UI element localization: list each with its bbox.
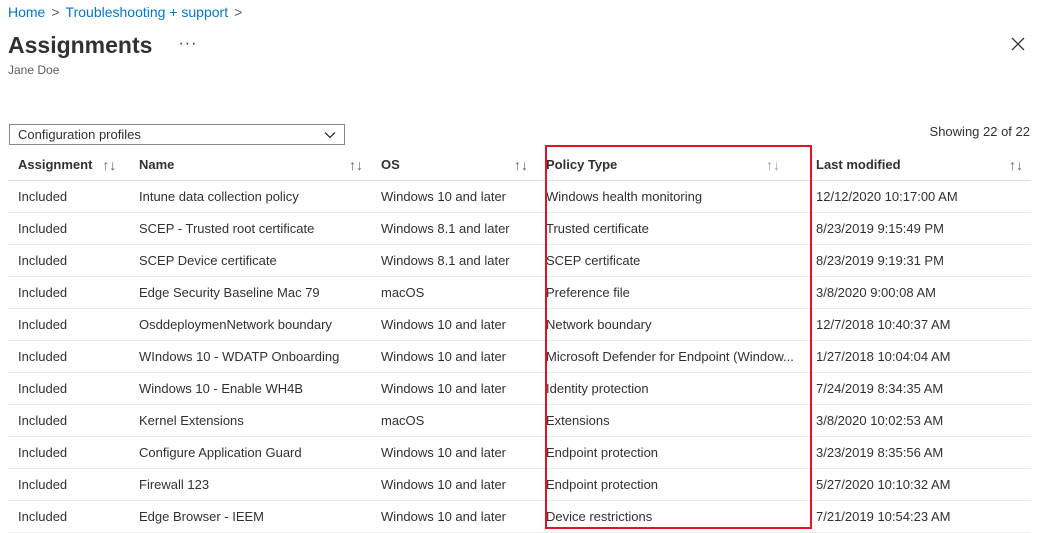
cell-os: Windows 8.1 and later xyxy=(371,212,536,245)
cell-assignment: Included xyxy=(8,404,129,437)
cell-name: Edge Security Baseline Mac 79 xyxy=(129,276,371,309)
cell-policy-type: Trusted certificate xyxy=(536,212,806,245)
column-header-policy-type[interactable]: Policy Type ↑↓ xyxy=(536,149,806,181)
table-row[interactable]: Included Windows 10 - Enable WH4B Window… xyxy=(8,372,1031,405)
dropdown-selected-value: Configuration profiles xyxy=(18,127,141,142)
title-row: Assignments ··· xyxy=(8,32,197,59)
cell-last-modified: 12/7/2018 10:40:37 AM xyxy=(806,308,1031,341)
column-header-os[interactable]: OS ↑↓ xyxy=(371,149,536,181)
sort-icon[interactable]: ↑↓ xyxy=(102,157,116,173)
cell-last-modified: 1/27/2018 10:04:04 AM xyxy=(806,340,1031,373)
cell-assignment: Included xyxy=(8,244,129,277)
table-row[interactable]: Included WIndows 10 - WDATP Onboarding W… xyxy=(8,340,1031,373)
column-label: OS xyxy=(381,157,400,172)
more-options-button[interactable]: ··· xyxy=(178,35,197,53)
profile-type-dropdown[interactable]: Configuration profiles xyxy=(9,124,345,145)
cell-name: Firewall 123 xyxy=(129,468,371,501)
cell-assignment: Included xyxy=(8,436,129,469)
breadcrumb-separator: > xyxy=(51,4,60,20)
cell-os: Windows 8.1 and later xyxy=(371,244,536,277)
cell-assignment: Included xyxy=(8,340,129,373)
sort-icon[interactable]: ↑↓ xyxy=(766,157,780,173)
table-row[interactable]: Included SCEP Device certificate Windows… xyxy=(8,244,1031,277)
breadcrumb-troubleshooting[interactable]: Troubleshooting + support xyxy=(66,4,229,20)
cell-os: macOS xyxy=(371,276,536,309)
table-row[interactable]: Included Kernel Extensions macOS Extensi… xyxy=(8,404,1031,437)
cell-last-modified: 7/24/2019 8:34:35 AM xyxy=(806,372,1031,405)
breadcrumb: Home > Troubleshooting + support > xyxy=(8,4,242,20)
cell-assignment: Included xyxy=(8,180,129,213)
cell-name: SCEP Device certificate xyxy=(129,244,371,277)
cell-last-modified: 3/23/2019 8:35:56 AM xyxy=(806,436,1031,469)
cell-os: macOS xyxy=(371,404,536,437)
cell-os: Windows 10 and later xyxy=(371,372,536,405)
page-subtitle: Jane Doe xyxy=(8,63,60,77)
cell-os: Windows 10 and later xyxy=(371,308,536,341)
cell-policy-type: Network boundary xyxy=(536,308,806,341)
table-header-row: Assignment ↑↓ Name ↑↓ OS ↑↓ Policy Type xyxy=(8,149,1031,181)
cell-name: Windows 10 - Enable WH4B xyxy=(129,372,371,405)
cell-assignment: Included xyxy=(8,308,129,341)
page-title: Assignments xyxy=(8,32,153,58)
table-row[interactable]: Included OsddeploymenNetwork boundary Wi… xyxy=(8,308,1031,341)
cell-name: WIndows 10 - WDATP Onboarding xyxy=(129,340,371,373)
cell-policy-type: Device restrictions xyxy=(536,500,806,533)
cell-policy-type: SCEP certificate xyxy=(536,244,806,277)
result-count: Showing 22 of 22 xyxy=(929,124,1030,139)
close-icon[interactable] xyxy=(1010,36,1026,52)
cell-assignment: Included xyxy=(8,372,129,405)
column-header-last-modified[interactable]: Last modified ↑↓ xyxy=(806,149,1031,181)
cell-policy-type: Extensions xyxy=(536,404,806,437)
cell-assignment: Included xyxy=(8,276,129,309)
cell-last-modified: 8/23/2019 9:19:31 PM xyxy=(806,244,1031,277)
chevron-down-icon xyxy=(324,131,336,138)
cell-assignment: Included xyxy=(8,212,129,245)
cell-os: Windows 10 and later xyxy=(371,436,536,469)
table-row[interactable]: Included Edge Security Baseline Mac 79 m… xyxy=(8,276,1031,309)
column-header-assignment[interactable]: Assignment ↑↓ xyxy=(8,149,129,181)
cell-name: SCEP - Trusted root certificate xyxy=(129,212,371,245)
cell-last-modified: 5/27/2020 10:10:32 AM xyxy=(806,468,1031,501)
cell-policy-type: Microsoft Defender for Endpoint (Window.… xyxy=(536,340,806,373)
breadcrumb-home[interactable]: Home xyxy=(8,4,45,20)
cell-policy-type: Endpoint protection xyxy=(536,468,806,501)
cell-os: Windows 10 and later xyxy=(371,468,536,501)
cell-policy-type: Windows health monitoring xyxy=(536,180,806,213)
cell-name: Edge Browser - IEEM xyxy=(129,500,371,533)
column-header-name[interactable]: Name ↑↓ xyxy=(129,149,371,181)
sort-icon[interactable]: ↑↓ xyxy=(514,157,528,173)
table-row[interactable]: Included Intune data collection policy W… xyxy=(8,180,1031,213)
cell-assignment: Included xyxy=(8,468,129,501)
table-row[interactable]: Included SCEP - Trusted root certificate… xyxy=(8,212,1031,245)
breadcrumb-separator: > xyxy=(234,4,243,20)
cell-os: Windows 10 and later xyxy=(371,500,536,533)
cell-last-modified: 8/23/2019 9:15:49 PM xyxy=(806,212,1031,245)
cell-last-modified: 3/8/2020 10:02:53 AM xyxy=(806,404,1031,437)
assignments-table: Assignment ↑↓ Name ↑↓ OS ↑↓ Policy Type xyxy=(8,149,1031,533)
column-label: Name xyxy=(139,157,175,172)
table-row[interactable]: Included Configure Application Guard Win… xyxy=(8,436,1031,469)
cell-name: Kernel Extensions xyxy=(129,404,371,437)
column-label: Assignment xyxy=(18,157,93,172)
cell-assignment: Included xyxy=(8,500,129,533)
column-label: Policy Type xyxy=(546,157,618,172)
cell-name: Intune data collection policy xyxy=(129,180,371,213)
cell-policy-type: Identity protection xyxy=(536,372,806,405)
cell-os: Windows 10 and later xyxy=(371,340,536,373)
sort-icon[interactable]: ↑↓ xyxy=(349,157,363,173)
cell-name: Configure Application Guard xyxy=(129,436,371,469)
cell-name: OsddeploymenNetwork boundary xyxy=(129,308,371,341)
table-row[interactable]: Included Firewall 123 Windows 10 and lat… xyxy=(8,468,1031,501)
cell-policy-type: Endpoint protection xyxy=(536,436,806,469)
cell-policy-type: Preference file xyxy=(536,276,806,309)
cell-last-modified: 7/21/2019 10:54:23 AM xyxy=(806,500,1031,533)
table-row[interactable]: Included Edge Browser - IEEM Windows 10 … xyxy=(8,500,1031,533)
column-label: Last modified xyxy=(816,157,901,172)
cell-last-modified: 3/8/2020 9:00:08 AM xyxy=(806,276,1031,309)
cell-last-modified: 12/12/2020 10:17:00 AM xyxy=(806,180,1031,213)
cell-os: Windows 10 and later xyxy=(371,180,536,213)
sort-icon[interactable]: ↑↓ xyxy=(1009,157,1023,173)
